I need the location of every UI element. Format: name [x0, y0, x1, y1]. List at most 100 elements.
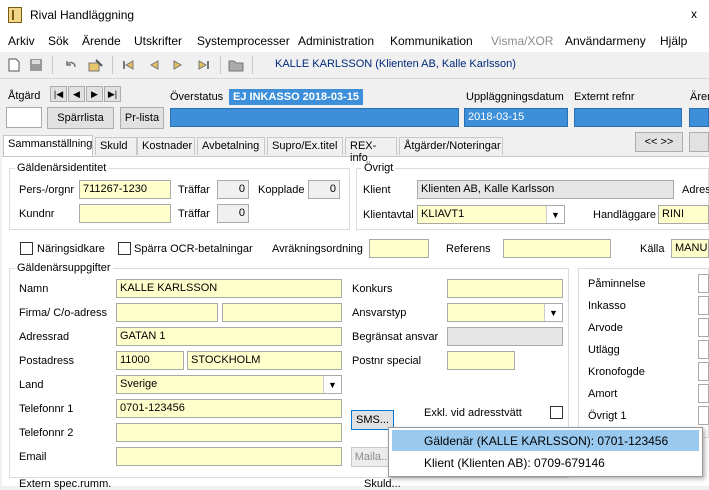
save-icon[interactable]	[28, 57, 44, 73]
popup-item-galdenar[interactable]: Gäldenär (KALLE KARLSSON): 0701-123456	[392, 430, 699, 451]
exkl-adresstvatt-checkbox[interactable]	[550, 406, 563, 419]
arende-field[interactable]	[689, 108, 709, 127]
sparra-ocr-checkbox[interactable]	[118, 242, 131, 255]
kostnad-arvode-label: Arvode	[588, 322, 623, 334]
chevron-down-icon[interactable]: ▼	[546, 206, 564, 223]
chevron-down-icon[interactable]: ▼	[323, 376, 341, 393]
traffar-count: 0	[217, 180, 249, 199]
land-select[interactable]: Sverige ▼	[116, 375, 342, 394]
menu-arkiv[interactable]: Arkiv	[8, 34, 35, 48]
avrakningsordning-field[interactable]	[369, 239, 429, 258]
email-label: Email	[19, 451, 47, 463]
kalla-field[interactable]: MANUE	[671, 239, 709, 258]
gd-identitet-group	[9, 168, 350, 230]
action-next-icon[interactable]: ▶	[86, 86, 103, 102]
toolbar-separator	[52, 56, 53, 74]
externt-refnr-label: Externt refnr	[574, 91, 635, 103]
tab-supro[interactable]: Supro/Ex.titel	[267, 137, 343, 155]
prlista-button[interactable]: Pr-lista	[120, 107, 164, 129]
traffar-label-2: Träffar	[178, 208, 210, 220]
postnr-field[interactable]: 11000	[116, 351, 184, 370]
tab-nav-button[interactable]: << >>	[635, 132, 683, 152]
action-last-icon[interactable]: ▶|	[104, 86, 121, 102]
klient-label: Klient	[363, 184, 391, 196]
klientavtal-value: KLIAVT1	[421, 208, 465, 220]
toolbar-separator	[112, 56, 113, 74]
menu-anvandarmeny[interactable]: Användarmeny	[565, 34, 646, 48]
firma-field[interactable]	[116, 303, 218, 322]
ort-field[interactable]: STOCKHOLM	[187, 351, 342, 370]
new-document-icon[interactable]	[6, 57, 22, 73]
undo-icon[interactable]	[62, 57, 78, 73]
begransat-ansvar-label: Begränsat ansvar	[352, 331, 439, 343]
toolbar-separator	[252, 56, 253, 74]
menu-hjalp[interactable]: Hjälp	[660, 34, 687, 48]
kostnad-inkasso-label: Inkasso	[588, 300, 626, 312]
klientavtal-select[interactable]: KLIAVT1 ▼	[417, 205, 565, 224]
pers-orgnr-field[interactable]: 711267-1230	[79, 180, 171, 199]
sms-recipient-popup: Gäldenär (KALLE KARLSSON): 0701-123456 K…	[388, 427, 703, 477]
adressrad-label: Adressrad	[19, 331, 70, 343]
last-record-icon[interactable]	[196, 57, 212, 73]
edit-tool-icon[interactable]	[88, 57, 104, 73]
telefonnr1-label: Telefonnr 1	[19, 403, 74, 415]
previous-record-icon[interactable]	[146, 57, 162, 73]
gd-identitet-title: Gäldenärsidentitet	[15, 162, 109, 174]
adressrad-field[interactable]: GATAN 1	[116, 327, 342, 346]
atgard-input[interactable]	[6, 107, 42, 128]
handlaggare-field[interactable]: RINI	[658, 205, 709, 224]
konkurs-field[interactable]	[447, 279, 563, 298]
kostnad-ovrigt1-field	[698, 406, 709, 425]
action-first-icon[interactable]: |◀	[50, 86, 67, 102]
email-field[interactable]	[116, 447, 342, 466]
externt-refnr-field[interactable]	[574, 108, 682, 127]
tab-rex-info[interactable]: REX-info	[345, 137, 397, 164]
namn-field[interactable]: KALLE KARLSSON	[116, 279, 342, 298]
menu-kommunikation[interactable]: Kommunikation	[390, 34, 473, 48]
popup-item-klient[interactable]: Klient (Klienten AB): 0709-679146	[392, 452, 699, 473]
tab-sammanstallning[interactable]: Sammanställning	[3, 135, 93, 156]
menu-visma-xor: Visma/XOR	[491, 34, 554, 48]
chevron-down-icon[interactable]: ▼	[544, 304, 562, 321]
menu-utskrifter[interactable]: Utskrifter	[134, 34, 182, 48]
kostnad-utlagg-field	[698, 340, 709, 359]
avrakningsordning-label: Avräkningsordning	[272, 243, 363, 255]
kopplade-label: Kopplade	[258, 184, 305, 196]
naringsidkare-checkbox[interactable]	[20, 242, 33, 255]
overstatus-field[interactable]	[170, 108, 459, 127]
atgard-label: Åtgärd	[8, 90, 41, 102]
sparrlista-button[interactable]: Spärrlista	[47, 107, 114, 129]
action-prev-icon[interactable]: ◀	[68, 86, 85, 102]
upplaggningsdatum-field[interactable]: 2018-03-15	[464, 108, 568, 127]
land-label: Land	[19, 379, 44, 391]
overstatus-badge: EJ INKASSO 2018-03-15	[229, 89, 363, 105]
postnr-special-field[interactable]	[447, 351, 515, 370]
telefonnr1-field[interactable]: 0701-123456	[116, 399, 342, 418]
menu-systemprocesser[interactable]: Systemprocesser	[197, 34, 290, 48]
klient-field: Klienten AB, Kalle Karlsson	[417, 180, 674, 199]
ansvarstyp-select[interactable]: ▼	[447, 303, 563, 322]
toolbar-client-info: KALLE KARLSSON (Klienten AB, Kalle Karls…	[275, 58, 516, 70]
menu-arende[interactable]: Ärende	[82, 34, 121, 48]
co-adress-field[interactable]	[222, 303, 342, 322]
overstatus-label: Överstatus	[170, 91, 224, 103]
land-value: Sverige	[120, 378, 158, 390]
next-record-icon[interactable]	[170, 57, 186, 73]
tab-atgarder-noteringar[interactable]: Åtgärder/Noteringar	[399, 137, 503, 155]
tab-skuld[interactable]: Skuld	[95, 137, 137, 155]
telefonnr2-field[interactable]	[116, 423, 342, 442]
extra-button[interactable]	[689, 132, 709, 152]
folder-icon[interactable]	[228, 57, 244, 73]
close-icon[interactable]: x	[691, 7, 697, 21]
kostnad-paminnelse-field	[698, 274, 709, 293]
arende-label: Ärer	[690, 91, 709, 103]
menu-administration[interactable]: Administration	[298, 34, 374, 48]
kostnad-kronofogde-field	[698, 362, 709, 381]
referens-field[interactable]	[503, 239, 611, 258]
tab-avbetalning[interactable]: Avbetalning	[197, 137, 265, 155]
namn-label: Namn	[19, 283, 49, 295]
kundnr-field[interactable]	[79, 204, 171, 223]
first-record-icon[interactable]	[120, 57, 136, 73]
menu-sok[interactable]: Sök	[48, 34, 69, 48]
tab-kostnader[interactable]: Kostnader	[137, 137, 195, 155]
